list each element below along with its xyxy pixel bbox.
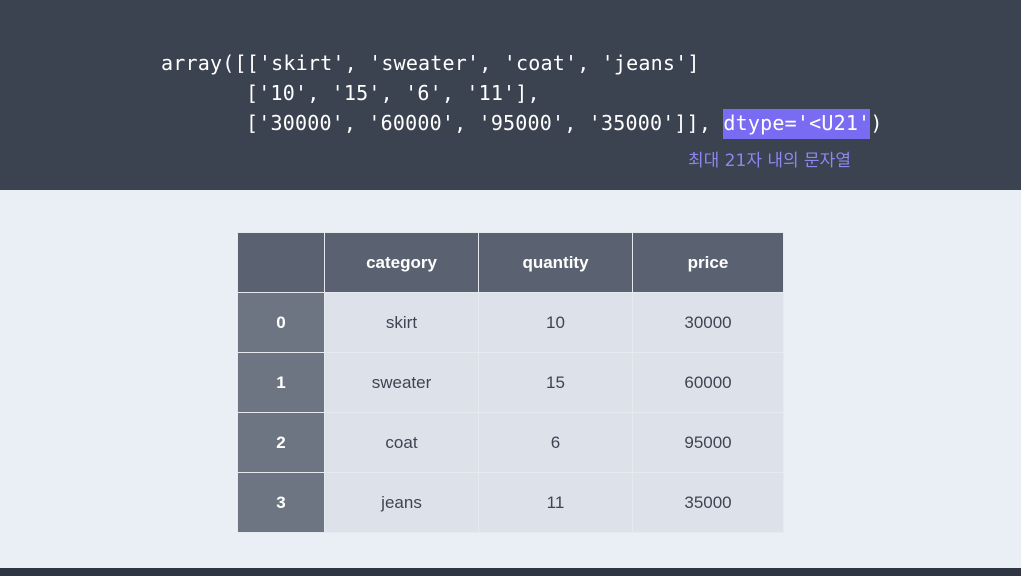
table-row: 1 sweater 15 60000 bbox=[237, 352, 784, 413]
code-line-3-prefix: ['30000', '60000', '95000', '35000']], bbox=[246, 111, 724, 135]
table-row: 3 jeans 11 35000 bbox=[237, 472, 784, 533]
header-corner bbox=[237, 232, 325, 293]
table-header-row: category quantity price bbox=[237, 232, 784, 293]
cell-price: 30000 bbox=[632, 292, 784, 353]
table-row: 0 skirt 10 30000 bbox=[237, 292, 784, 353]
cell-category: jeans bbox=[324, 472, 479, 533]
cell-price: 35000 bbox=[632, 472, 784, 533]
cell-quantity: 11 bbox=[478, 472, 633, 533]
cell-quantity: 10 bbox=[478, 292, 633, 353]
row-index: 0 bbox=[237, 292, 325, 353]
header-price: price bbox=[632, 232, 784, 293]
table-row: 2 coat 6 95000 bbox=[237, 412, 784, 473]
cell-price: 95000 bbox=[632, 412, 784, 473]
code-line-3-suffix: ) bbox=[870, 111, 883, 135]
dtype-highlight: dtype='<U21' bbox=[723, 109, 871, 139]
header-quantity: quantity bbox=[478, 232, 633, 293]
cell-quantity: 6 bbox=[478, 412, 633, 473]
dtype-annotation: 최대 21자 내의 문자열 bbox=[688, 151, 851, 171]
cell-category: sweater bbox=[324, 352, 479, 413]
cell-price: 60000 bbox=[632, 352, 784, 413]
cell-category: skirt bbox=[324, 292, 479, 353]
cell-quantity: 15 bbox=[478, 352, 633, 413]
cell-category: coat bbox=[324, 412, 479, 473]
dataframe-table: category quantity price 0 skirt 10 30000… bbox=[237, 232, 784, 533]
code-line-1: array([['skirt', 'sweater', 'coat', 'jea… bbox=[161, 51, 700, 75]
header-category: category bbox=[324, 232, 479, 293]
code-panel: array([['skirt', 'sweater', 'coat', 'jea… bbox=[0, 0, 1021, 190]
row-index: 1 bbox=[237, 352, 325, 413]
row-index: 2 bbox=[237, 412, 325, 473]
code-line-3: ['30000', '60000', '95000', '35000']], d… bbox=[246, 108, 883, 139]
row-index: 3 bbox=[237, 472, 325, 533]
code-line-2: ['10', '15', '6', '11'], bbox=[246, 81, 540, 105]
bottom-strip bbox=[0, 568, 1021, 576]
